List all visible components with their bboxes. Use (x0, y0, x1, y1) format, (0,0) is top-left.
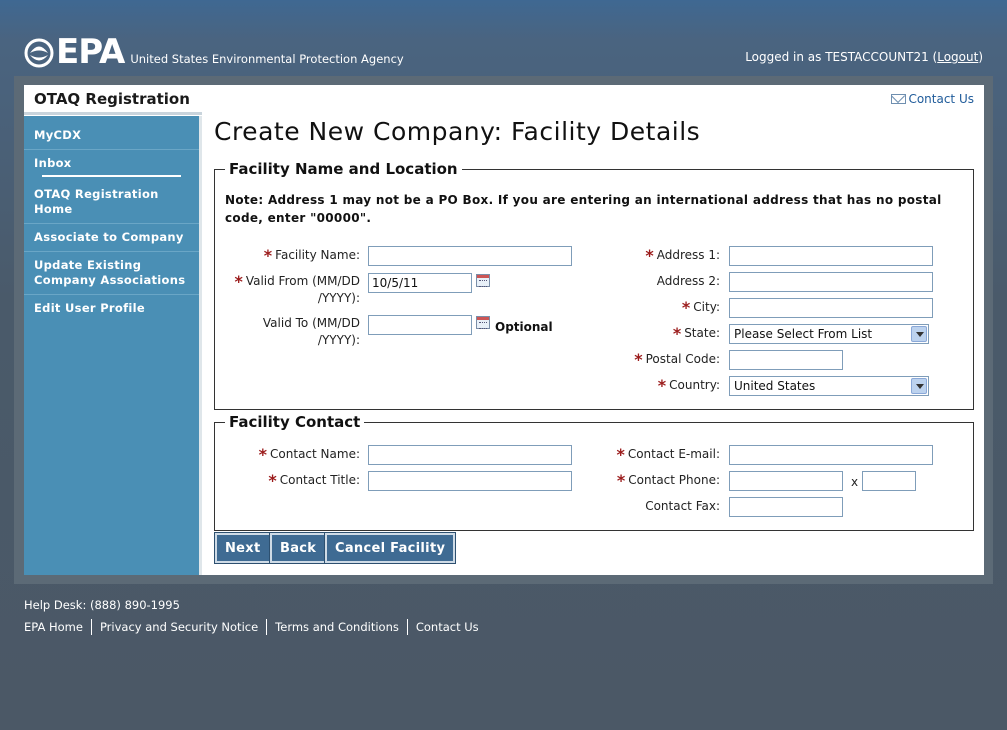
epa-flower-icon (24, 38, 54, 68)
chevron-down-icon (911, 378, 927, 394)
contact-title-input[interactable] (368, 471, 572, 491)
section-legend: Facility Name and Location (229, 160, 458, 178)
valid-to-input[interactable] (368, 315, 472, 335)
facility-name-input[interactable] (368, 246, 572, 266)
address2-input[interactable] (729, 272, 933, 292)
address1-input[interactable] (729, 246, 933, 266)
logout-link[interactable]: Logout (937, 50, 978, 64)
phone-extension-input[interactable] (862, 471, 916, 491)
sidebar-item-edit-profile[interactable]: Edit User Profile (24, 295, 199, 322)
footer-link-terms[interactable]: Terms and Conditions (266, 619, 407, 635)
sidebar-nav: MyCDX Inbox OTAQ Registration Home Assoc… (24, 116, 202, 575)
postal-code-input[interactable] (729, 350, 843, 370)
contact-phone-input[interactable] (729, 471, 843, 491)
help-desk-text: Help Desk: (888) 890-1995 (24, 598, 180, 612)
city-label: * City: (681, 298, 720, 317)
contact-title-label: * Contact Title: (268, 471, 360, 490)
logged-in-suffix: ) (978, 50, 983, 64)
chevron-down-icon (911, 326, 927, 342)
logo-text: EPA (56, 32, 125, 72)
footer-link-contact-us[interactable]: Contact Us (406, 619, 487, 635)
app-title: OTAQ Registration (24, 85, 202, 115)
sidebar-item-otaq-home[interactable]: OTAQ Registration Home (24, 181, 199, 224)
epa-logo[interactable]: EPA United States Environmental Protecti… (24, 32, 404, 72)
calendar-icon[interactable] (476, 274, 490, 287)
facility-name-label: * Facility Name: (263, 246, 360, 265)
next-button[interactable]: Next (214, 532, 272, 564)
required-icon: * (268, 471, 277, 490)
required-icon: * (616, 445, 625, 464)
required-icon: * (672, 324, 682, 343)
section-legend: Facility Contact (229, 413, 361, 431)
footer-link-privacy[interactable]: Privacy and Security Notice (90, 619, 266, 635)
contact-fax-label: Contact Fax: (645, 499, 720, 513)
contact-name-input[interactable] (368, 445, 572, 465)
phone-extension-separator: x (851, 475, 859, 489)
sidebar-item-update-associations[interactable]: Update Existing Company Associations (24, 252, 199, 295)
contact-email-label: * Contact E-mail: (616, 445, 720, 464)
state-label: * State: (672, 324, 720, 343)
required-icon: * (645, 246, 654, 265)
logged-in-text: Logged in as TESTACCOUNT21 ( (745, 50, 938, 64)
city-input[interactable] (729, 298, 933, 318)
optional-label: Optional (495, 320, 553, 334)
required-icon: * (634, 350, 643, 369)
required-icon: * (263, 246, 273, 265)
state-select[interactable]: Please Select From List (729, 324, 929, 344)
back-button[interactable]: Back (268, 532, 328, 564)
required-icon: * (681, 298, 691, 317)
envelope-icon (891, 94, 907, 104)
user-status: Logged in as TESTACCOUNT21 (Logout) (745, 50, 983, 64)
sidebar-item-associate-company[interactable]: Associate to Company (24, 224, 199, 252)
address2-label: Address 2: (656, 274, 720, 288)
country-label: * Country: (657, 376, 720, 395)
contact-us-link[interactable]: Contact Us (891, 92, 974, 106)
valid-to-label: Valid To (MM/DD/YYYY): (262, 316, 360, 347)
address1-label: * Address 1: (645, 246, 720, 265)
valid-from-label: * Valid From (MM/DD/YYYY): (234, 272, 360, 305)
valid-from-input[interactable] (368, 273, 472, 293)
required-icon: * (258, 445, 268, 464)
contact-phone-label: * Contact Phone: (616, 471, 720, 490)
required-icon: * (234, 272, 243, 291)
page-title: Create New Company: Facility Details (214, 117, 701, 146)
agency-name: United States Environmental Protection A… (130, 52, 404, 66)
sidebar-divider (42, 175, 181, 177)
sidebar-item-inbox[interactable]: Inbox (24, 150, 199, 175)
state-select-value: Please Select From List (734, 327, 873, 341)
country-select[interactable]: United States (729, 376, 929, 396)
contact-email-input[interactable] (729, 445, 933, 465)
footer-links: EPA Home Privacy and Security Notice Ter… (24, 619, 487, 635)
cancel-facility-button[interactable]: Cancel Facility (323, 532, 457, 564)
contact-name-label: * Contact Name: (258, 445, 360, 464)
contact-us-label: Contact Us (908, 92, 974, 106)
contact-fax-input[interactable] (729, 497, 843, 517)
site-header: EPA United States Environmental Protecti… (0, 0, 1007, 76)
postal-code-label: * Postal Code: (634, 350, 720, 369)
required-icon: * (657, 376, 667, 395)
sidebar-item-mycdx[interactable]: MyCDX (24, 122, 199, 150)
country-select-value: United States (734, 379, 816, 393)
address-note: Note: Address 1 may not be a PO Box. If … (225, 193, 942, 225)
calendar-icon[interactable] (476, 316, 490, 329)
required-icon: * (616, 471, 626, 490)
footer-link-epa-home[interactable]: EPA Home (24, 619, 91, 635)
